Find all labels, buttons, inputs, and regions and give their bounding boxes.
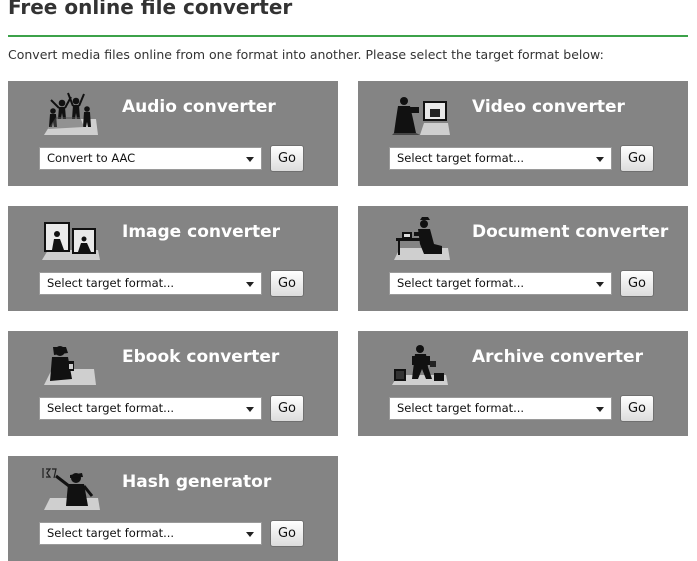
title-divider bbox=[8, 35, 688, 37]
image-format-select[interactable]: Select target format... bbox=[39, 272, 262, 295]
video-screen-icon bbox=[392, 97, 450, 135]
document-converter-card: Document converter Select target format.… bbox=[358, 206, 688, 311]
audio-go-button[interactable]: Go bbox=[270, 145, 304, 172]
person-reading-ebook-icon bbox=[44, 346, 96, 385]
photo-frames-icon bbox=[42, 222, 100, 260]
dropdown-arrow-icon bbox=[596, 407, 604, 412]
image-converter-title: Image converter bbox=[122, 222, 281, 242]
video-format-select[interactable]: Select target format... bbox=[389, 147, 612, 170]
hash-format-select-value: Select target format... bbox=[47, 526, 175, 540]
document-converter-title: Document converter bbox=[472, 222, 669, 242]
document-format-select[interactable]: Select target format... bbox=[389, 272, 612, 295]
audio-format-select-value: Convert to AAC bbox=[47, 151, 136, 165]
ebook-converter-card: Ebook converter Select target format... … bbox=[8, 331, 338, 436]
dropdown-arrow-icon bbox=[246, 407, 254, 412]
intro-text: Convert media files online from one form… bbox=[8, 47, 604, 62]
dropdown-arrow-icon bbox=[246, 532, 254, 537]
person-with-boxes-icon bbox=[392, 345, 448, 385]
dropdown-arrow-icon bbox=[596, 157, 604, 162]
hash-generator-card: Hash generator Select target format... G… bbox=[8, 456, 338, 561]
dropdown-arrow-icon bbox=[246, 282, 254, 287]
hash-generator-title: Hash generator bbox=[122, 472, 272, 492]
video-format-select-value: Select target format... bbox=[397, 151, 525, 165]
audio-converter-card: Audio converter Convert to AAC Go bbox=[8, 81, 338, 186]
image-go-button[interactable]: Go bbox=[270, 270, 304, 297]
audio-format-select[interactable]: Convert to AAC bbox=[39, 147, 262, 170]
ebook-go-button[interactable]: Go bbox=[270, 395, 304, 422]
dropdown-arrow-icon bbox=[246, 157, 254, 162]
image-format-select-value: Select target format... bbox=[47, 276, 175, 290]
hash-format-select[interactable]: Select target format... bbox=[39, 522, 262, 545]
image-converter-card: Image converter Select target format... … bbox=[8, 206, 338, 311]
document-format-select-value: Select target format... bbox=[397, 276, 525, 290]
page-title: Free online file converter bbox=[8, 0, 293, 19]
person-with-hash-icon bbox=[42, 468, 100, 510]
ebook-converter-title: Ebook converter bbox=[122, 347, 280, 367]
dropdown-arrow-icon bbox=[596, 282, 604, 287]
archive-format-select-value: Select target format... bbox=[397, 401, 525, 415]
hash-go-button[interactable]: Go bbox=[270, 520, 304, 547]
audio-converter-title: Audio converter bbox=[122, 97, 276, 117]
archive-go-button[interactable]: Go bbox=[620, 395, 654, 422]
video-go-button[interactable]: Go bbox=[620, 145, 654, 172]
person-at-desk-icon bbox=[394, 217, 450, 260]
video-converter-card: Video converter Select target format... … bbox=[358, 81, 688, 186]
dancing-people-icon bbox=[44, 92, 98, 135]
ebook-format-select-value: Select target format... bbox=[47, 401, 175, 415]
archive-converter-card: Archive converter Select target format..… bbox=[358, 331, 688, 436]
video-converter-title: Video converter bbox=[472, 97, 625, 117]
document-go-button[interactable]: Go bbox=[620, 270, 654, 297]
archive-converter-title: Archive converter bbox=[472, 347, 643, 367]
ebook-format-select[interactable]: Select target format... bbox=[39, 397, 262, 420]
archive-format-select[interactable]: Select target format... bbox=[389, 397, 612, 420]
